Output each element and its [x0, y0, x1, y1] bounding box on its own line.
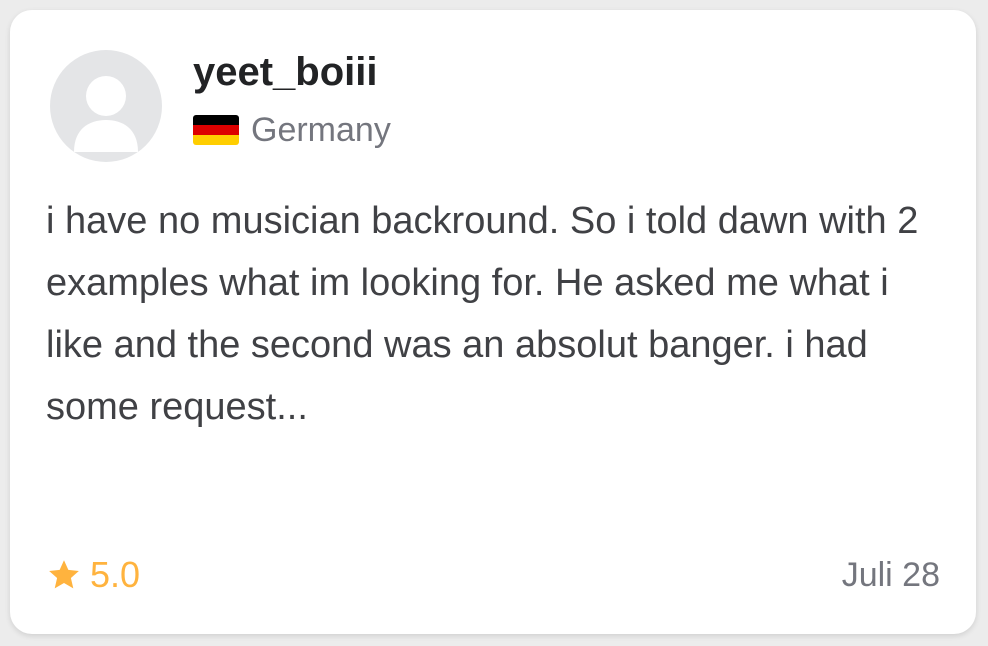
- rating-value: 5.0: [90, 554, 141, 595]
- review-card: yeet_boiii Germany i have no musician ba…: [10, 10, 976, 634]
- review-text: i have no musician backround. So i told …: [46, 200, 919, 428]
- flag-stripe-gold: [193, 135, 239, 145]
- star-icon: [49, 560, 79, 589]
- flag-stripe-red: [193, 125, 239, 135]
- flag-stripe-black: [193, 115, 239, 125]
- germany-flag-icon: [193, 115, 239, 145]
- reviewer-country: Germany: [193, 108, 391, 152]
- default-user-avatar-icon[interactable]: [50, 50, 162, 162]
- review-rating: 5.0: [46, 550, 140, 600]
- country-name: Germany: [251, 111, 391, 149]
- review-date: Juli 28: [841, 556, 940, 594]
- reviewer-username[interactable]: yeet_boiii: [193, 46, 378, 98]
